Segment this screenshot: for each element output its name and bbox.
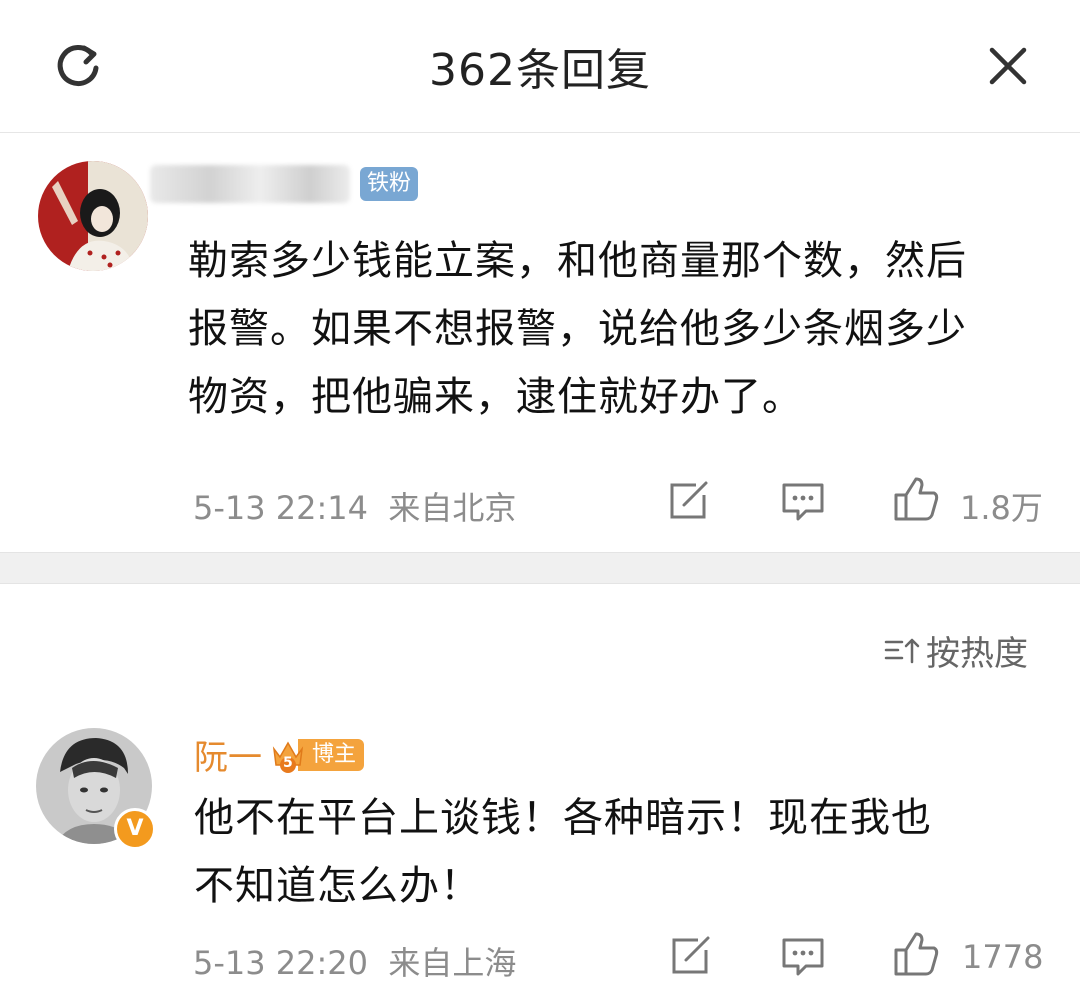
username-row: 铁粉 [150,165,419,203]
comment-line: 勒索多少钱能立案，和他商量那个数，然后 [188,238,967,284]
comment-text: 勒索多少钱能立案，和他商量那个数，然后 报警。如果不想报警，说给他多少条烟多少 … [188,227,967,431]
page-title: 362条回复 [429,45,651,96]
section-divider [0,552,1080,584]
comment-icon[interactable] [780,936,826,982]
username[interactable]: 阮一 [194,730,262,779]
crown-icon: 5 [270,737,306,773]
blogger-badge: 5 博主 [270,737,365,773]
fan-badge: 铁粉 [360,167,419,201]
username-blurred[interactable] [150,165,350,203]
sort-icon [884,638,920,663]
repost-icon[interactable] [666,479,710,527]
like-icon[interactable] [892,930,940,982]
level-number: 5 [283,754,293,771]
verified-badge: V [114,808,156,850]
comment-line: 报警。如果不想报警，说给他多少条烟多少 [188,306,967,352]
username-row: 阮一 5 博主 [194,730,365,779]
avatar[interactable] [38,161,148,271]
like-count: 1.8万 [960,489,1043,527]
reply-comment: V 阮一 5 博主 他不在平台上谈钱！各种暗示！现在我也 不知道怎么办！ 5-1… [0,712,1080,1007]
like-count: 1778 [962,938,1044,976]
comment-icon[interactable] [780,481,826,527]
comment-line: 不知道怎么办！ [194,863,481,909]
comment-meta: 5-13 22:14 来自北京 [193,489,517,527]
close-icon[interactable] [984,42,1032,90]
sort-label: 按热度 [926,634,1028,674]
root-comment: 铁粉 勒索多少钱能立案，和他商量那个数，然后 报警。如果不想报警，说给他多少条烟… [0,133,1080,551]
header-bar: 362条回复 [0,0,1080,133]
like-icon[interactable] [892,475,940,527]
comment-meta: 5-13 22:20 来自上海 [193,944,517,982]
repost-icon[interactable] [668,934,712,982]
comment-line: 他不在平台上谈钱！各种暗示！现在我也 [194,795,932,841]
sort-toggle[interactable]: 按热度 [884,626,1028,675]
comment-text: 他不在平台上谈钱！各种暗示！现在我也 不知道怎么办！ [194,784,932,920]
blogger-badge-label: 博主 [298,738,365,771]
comment-line: 物资，把他骗来，逮住就好办了。 [188,374,803,420]
